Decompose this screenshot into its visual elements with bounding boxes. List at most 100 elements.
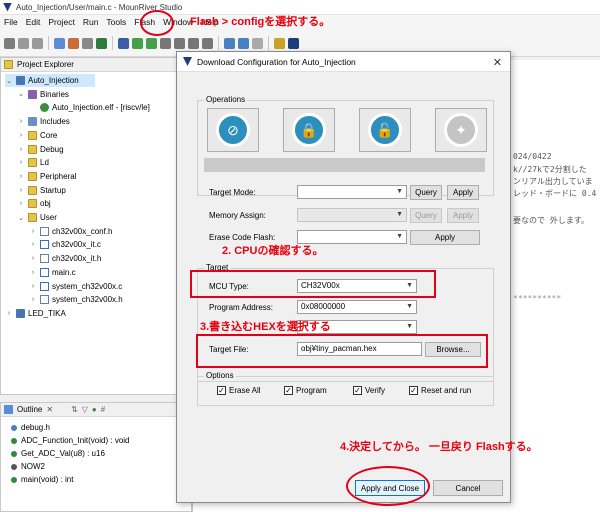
collapse-arrow-icon[interactable]: › [29, 241, 37, 248]
menu-file[interactable]: File [0, 15, 22, 30]
collapse-arrow-icon[interactable]: › [17, 132, 25, 139]
new-file-icon[interactable] [4, 37, 15, 49]
debug-op-button[interactable]: ✦ [435, 108, 487, 152]
tree-item[interactable]: › system_ch32v00x.h [29, 293, 123, 306]
outline-item-label: NOW2 [21, 462, 45, 471]
save-all-icon[interactable] [32, 37, 43, 49]
outline-symbol-icon [11, 450, 17, 457]
unlock-icon: 🔓 [368, 113, 402, 147]
tree-item[interactable]: Auto_Injection.elf - [riscv/le] [29, 101, 150, 114]
indent-icon[interactable] [202, 37, 213, 49]
collapse-arrow-icon[interactable]: › [29, 283, 37, 290]
cancel-button[interactable]: Cancel [433, 480, 503, 496]
query-button[interactable]: Query [410, 185, 442, 200]
menu-project[interactable]: Project [44, 15, 78, 30]
check-icon: ✓ [409, 386, 418, 395]
collapse-arrow-icon[interactable]: › [17, 200, 25, 207]
protect-op-button[interactable]: 🔒 [283, 108, 335, 152]
verify-checkbox[interactable]: ✓ Verify [353, 386, 385, 395]
unprotect-op-button[interactable]: 🔓 [359, 108, 411, 152]
collapse-arrow-icon[interactable]: › [29, 228, 37, 235]
erase-op-button[interactable]: ⊘ [207, 108, 259, 152]
apply-memory-button[interactable]: Apply [447, 208, 479, 223]
target-mode-select[interactable]: ▼ [297, 185, 407, 199]
tree-item[interactable]: › Core [17, 129, 57, 142]
outline-item[interactable]: debug.h [11, 421, 50, 434]
perspective-icon[interactable] [274, 37, 285, 49]
step-icon[interactable] [174, 37, 185, 49]
close-icon[interactable]: ✕ [46, 405, 53, 414]
reset-and-run-checkbox[interactable]: ✓ Reset and run [409, 386, 471, 395]
save-icon[interactable] [18, 37, 29, 49]
sharp-icon[interactable]: # [101, 405, 105, 414]
collapse-arrow-icon[interactable]: › [17, 173, 25, 180]
expand-arrow-icon[interactable]: ⌄ [5, 77, 13, 85]
tree-item[interactable]: › system_ch32v00x.c [29, 280, 122, 293]
nav-forward-icon[interactable] [238, 37, 249, 49]
outline-item[interactable]: ADC_Function_Init(void) : void [11, 434, 130, 447]
dialog-close-icon[interactable]: ✕ [493, 56, 502, 69]
program-label: Program [296, 386, 327, 395]
build-icon[interactable] [54, 37, 65, 49]
tree-item[interactable]: › Debug [17, 143, 64, 156]
hide-fields-icon[interactable]: ● [92, 405, 97, 414]
collapse-arrow-icon[interactable]: › [29, 269, 37, 276]
tree-item-label: obj [40, 199, 51, 209]
config-icon[interactable] [82, 37, 93, 49]
program-checkbox[interactable]: ✓ Program [284, 386, 327, 395]
tree-item-label: Startup [40, 185, 66, 195]
mounriver-perspective-icon[interactable] [288, 37, 299, 49]
tree-item[interactable]: › main.c [29, 266, 76, 279]
search-icon[interactable] [118, 37, 129, 49]
tree-item[interactable]: › ch32v00x_it.h [29, 252, 101, 265]
memory-assign-select[interactable]: ▼ [297, 208, 407, 222]
collapse-arrow-icon[interactable]: › [29, 255, 37, 262]
menu-edit[interactable]: Edit [22, 15, 45, 30]
outline-item[interactable]: main(void) : int [11, 473, 73, 486]
collapse-arrow-icon[interactable]: › [5, 310, 13, 317]
download-icon[interactable] [132, 37, 143, 49]
tree-item[interactable]: › Includes [17, 115, 70, 128]
sort-icon[interactable]: ⇅ [71, 405, 78, 414]
menu-tools[interactable]: Tools [102, 15, 130, 30]
erase-all-checkbox[interactable]: ✓ Erase All [217, 386, 261, 395]
collapse-arrow-icon[interactable]: › [17, 187, 25, 194]
collapse-arrow-icon[interactable]: › [29, 296, 37, 303]
outline-item[interactable]: Get_ADC_Val(u8) : u16 [11, 447, 105, 460]
collapse-arrow-icon[interactable]: › [17, 118, 25, 125]
tree-item[interactable]: ⌄ Binaries [17, 88, 69, 101]
terminal-icon[interactable] [160, 37, 171, 49]
tree-item[interactable]: › Startup [17, 184, 66, 197]
lock-icon: 🔒 [292, 113, 326, 147]
edit-icon[interactable] [252, 37, 263, 49]
tree-item[interactable]: › Ld [17, 156, 49, 169]
tools-icon[interactable] [68, 37, 79, 49]
collapse-arrow-icon[interactable]: › [17, 146, 25, 153]
collapse-arrow-icon[interactable]: › [17, 159, 25, 166]
project-explorer-header: Project Explorer ✕ [1, 58, 191, 72]
query-memory-button[interactable]: Query [410, 208, 442, 223]
tree-item[interactable]: › obj [17, 197, 51, 210]
debug-icon[interactable] [96, 37, 107, 49]
align-icon[interactable] [188, 37, 199, 49]
apply-erase-button[interactable]: Apply [410, 230, 480, 245]
program-address-value: 0x08000000 [301, 302, 346, 311]
flash-icon[interactable] [146, 37, 157, 49]
expand-arrow-icon[interactable]: ⌄ [17, 90, 25, 98]
tree-item[interactable]: › ch32v00x_conf.h [29, 225, 113, 238]
outline-item[interactable]: NOW2 [11, 460, 45, 473]
tree-item-label: ch32v00x_it.h [52, 254, 102, 264]
program-address-select[interactable]: 0x08000000 ▼ [297, 300, 417, 314]
filter-icon[interactable]: ▽ [82, 405, 88, 414]
expand-arrow-icon[interactable]: ⌄ [17, 214, 25, 222]
tree-item-label: Binaries [40, 89, 69, 99]
nav-back-icon[interactable] [224, 37, 235, 49]
menu-run[interactable]: Run [79, 15, 103, 30]
tree-item[interactable]: ⌄ Auto_Injection [5, 74, 95, 87]
tree-item[interactable]: › Peripheral [17, 170, 76, 183]
apply-target-mode-button[interactable]: Apply [447, 185, 479, 200]
tree-item[interactable]: › LED_TIKA [5, 307, 66, 320]
code-line: ンリアル出力していま [513, 177, 593, 186]
tree-item[interactable]: › ch32v00x_it.c [29, 238, 101, 251]
tree-item[interactable]: ⌄ User [17, 211, 57, 224]
